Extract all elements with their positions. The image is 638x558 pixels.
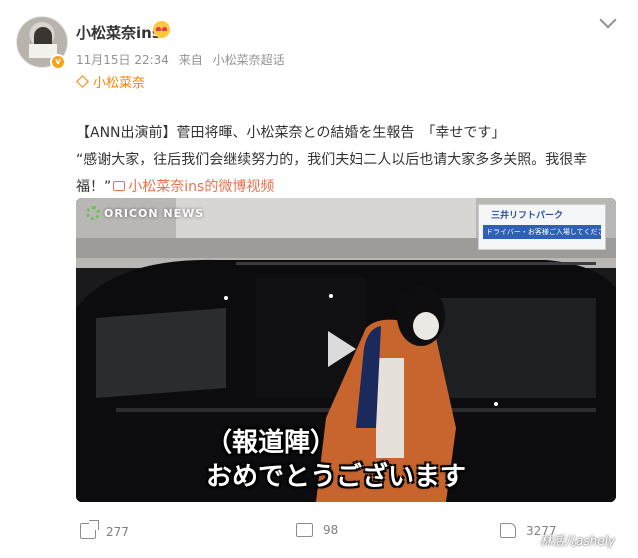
post-source[interactable]: 小松菜奈超话 xyxy=(213,53,285,67)
play-icon[interactable] xyxy=(328,331,356,367)
image-watermark: 林活儿ashely xyxy=(540,534,616,548)
username[interactable]: 小松菜奈ins xyxy=(76,22,161,43)
share-count: 277 xyxy=(106,525,129,539)
oricon-label: ORICON NEWS xyxy=(104,207,205,220)
video-player[interactable]: 三井リフトパーク ドライバー・お客様ご入場してください ORICON NEWS … xyxy=(76,198,616,502)
share-icon xyxy=(80,520,99,539)
sign-title: 三井リフトパーク xyxy=(491,211,564,221)
video-caption-line1: （報道陣） xyxy=(206,428,337,458)
parking-sign: 三井リフトパーク ドライバー・お客様ご入場してください xyxy=(478,204,606,250)
verified-badge: v xyxy=(50,54,66,70)
oricon-logo-icon xyxy=(86,206,100,220)
emoji-icon xyxy=(153,21,170,38)
video-link-icon xyxy=(113,181,126,191)
post-meta: 11月15日 22:34 来自 小松菜奈超话 xyxy=(76,51,291,68)
weibo-post-card: v 小松菜奈ins 11月15日 22:34 来自 小松菜奈超话 小松菜奈 【A… xyxy=(0,0,638,558)
comment-icon xyxy=(296,523,313,537)
post-timestamp[interactable]: 11月15日 22:34 xyxy=(76,53,169,67)
video-caption-line2: おめでとうございます xyxy=(206,462,467,492)
source-prefix: 来自 xyxy=(178,53,203,67)
comment-button[interactable]: 98 xyxy=(296,523,338,537)
share-button[interactable]: 277 xyxy=(80,520,129,539)
super-topic-icon xyxy=(76,75,89,88)
topic-tag-label: 小松菜奈 xyxy=(93,76,146,91)
post-text: 【ANN出演前】菅田将暉、小松菜奈との結婚を生報告 「幸せです」 “感谢大家，往… xyxy=(76,120,616,201)
like-icon xyxy=(500,523,516,538)
video-link[interactable]: 小松菜奈ins的微博视频 xyxy=(111,179,274,195)
sign-subtext: ドライバー・お客様ご入場してください xyxy=(483,225,601,239)
video-link-label: 小松菜奈ins的微博视频 xyxy=(128,179,275,195)
oricon-watermark: ORICON NEWS xyxy=(86,206,204,220)
super-topic-link[interactable]: 小松菜奈 xyxy=(76,72,145,91)
chevron-down-icon[interactable] xyxy=(599,11,617,29)
comment-count: 98 xyxy=(323,523,339,537)
post-quote: “感谢大家，往后我们会继续努力的，我们夫妇二人以后也请大家多多关照。我很幸福！”… xyxy=(76,147,616,201)
post-title-line: 【ANN出演前】菅田将暉、小松菜奈との結婚を生報告 「幸せです」 xyxy=(76,125,506,141)
